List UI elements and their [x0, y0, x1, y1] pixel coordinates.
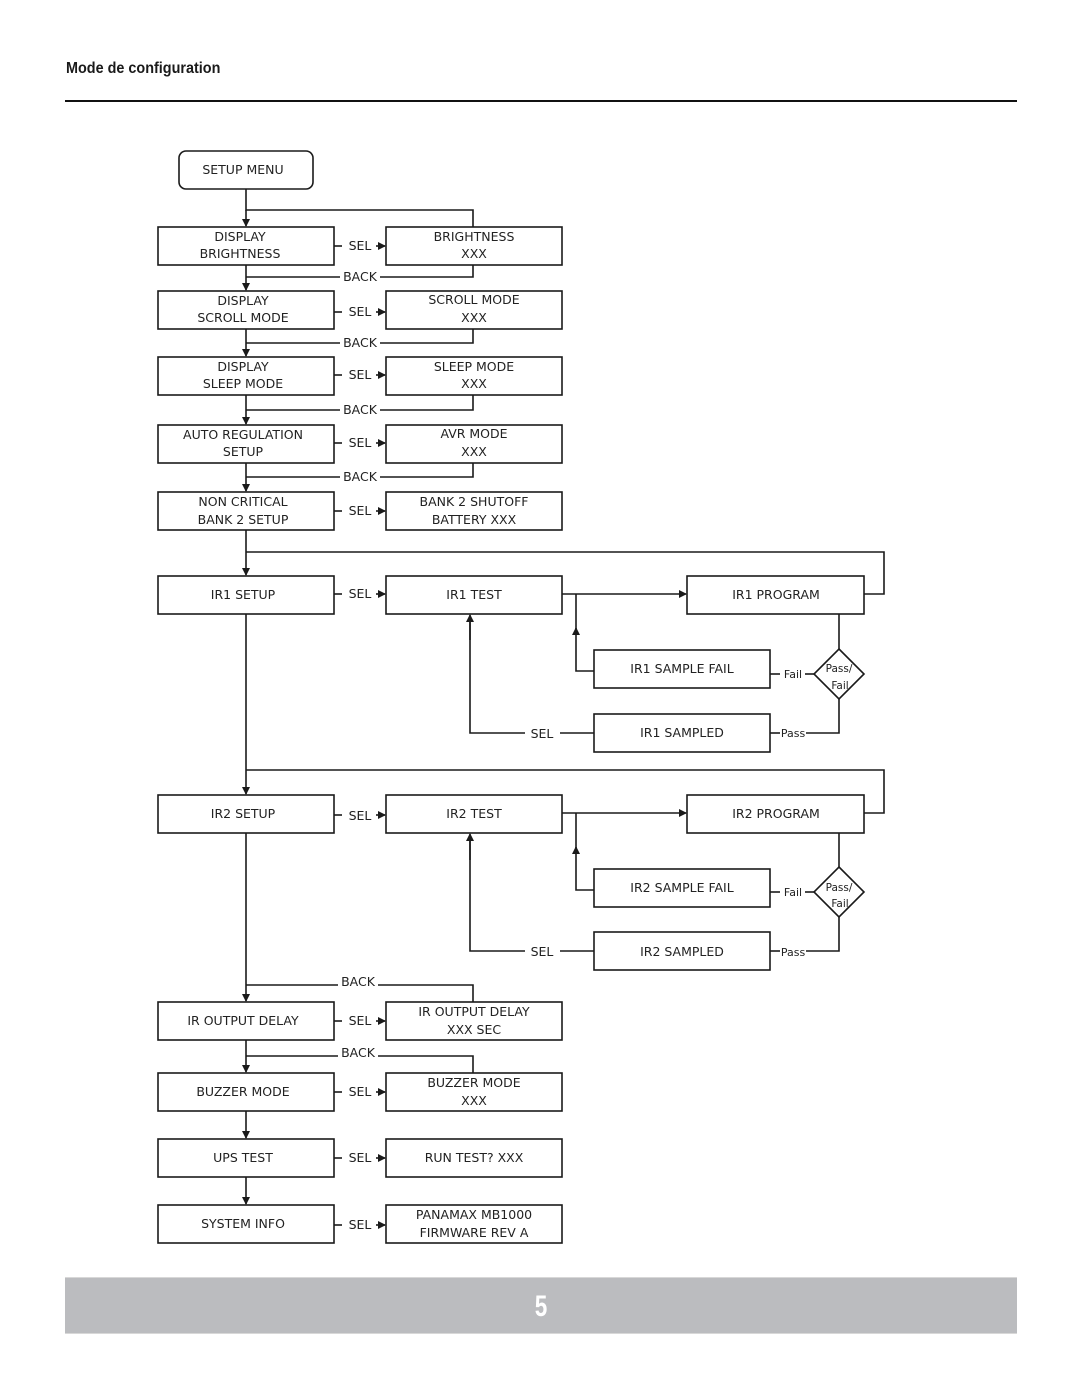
tail-row-buzzer-mode: BUZZER MODE SEL BUZZER MODE XXX	[157, 1072, 563, 1112]
node-label: IR2 SETUP	[211, 806, 276, 821]
connector-line	[245, 189, 474, 227]
node-label: XXX	[461, 376, 487, 391]
menu-row-display-scroll-mode: DISPLAY SCROLL MODE SEL SCROLL MODE XXX	[157, 290, 563, 330]
node-label: DISPLAY	[214, 229, 266, 244]
menu-row-auto-regulation: AUTO REGULATION SETUP SEL AVR MODE XXX	[157, 424, 563, 464]
node-label: BACK	[341, 974, 376, 989]
node-label: XXX SEC	[447, 1022, 501, 1037]
menu-row-non-critical-bank2: NON CRITICAL BANK 2 SETUP SEL BANK 2 SHU…	[157, 491, 563, 531]
tail-row-system-info: SYSTEM INFO SEL PANAMAX MB1000 FIRMWARE …	[157, 1204, 563, 1244]
node-label: SEL	[349, 503, 372, 518]
node-label: SLEEP MODE	[434, 359, 514, 374]
node-label: BRIGHTNESS	[200, 246, 281, 261]
tail-row-ir-output-delay: IR OUTPUT DELAY SEL IR OUTPUT DELAY XXX …	[157, 1001, 563, 1041]
node-label: SYSTEM INFO	[201, 1216, 285, 1231]
node-label: BRIGHTNESS	[434, 229, 515, 244]
node-label: SEL	[349, 1150, 372, 1165]
node-label: XXX	[461, 310, 487, 325]
node-label: SEL	[349, 586, 372, 601]
node-label: SCROLL MODE	[197, 310, 288, 325]
connector-line	[572, 627, 594, 672]
node-label: XXX	[461, 1093, 487, 1108]
node-label: SLEEP MODE	[203, 376, 283, 391]
setup-flowchart: SETUP MENU DISPLAY BRIGHTNESS SEL BRIGHT…	[157, 150, 885, 1244]
node-label: DISPLAY	[217, 293, 269, 308]
node-label: NON CRITICAL	[198, 494, 287, 509]
node-label: IR1 SAMPLE FAIL	[630, 661, 733, 676]
node-label: IR2 SAMPLE FAIL	[630, 880, 733, 895]
node-label: BACK	[343, 335, 378, 350]
tail-row-ups-test: UPS TEST SEL RUN TEST? XXX	[157, 1138, 563, 1178]
connector-line	[806, 917, 840, 952]
node-label: Fail	[784, 668, 802, 681]
connector-line	[469, 835, 525, 952]
node-label: SEL	[349, 808, 372, 823]
node-label: SEL	[349, 1013, 372, 1028]
node-label: IR1 TEST	[446, 587, 502, 602]
node-label: BACK	[341, 1045, 376, 1060]
node-label: SEL	[349, 304, 372, 319]
node-label: SEL	[531, 726, 554, 741]
node-label: PANAMAX MB1000	[416, 1207, 532, 1222]
node-label: SCROLL MODE	[428, 292, 519, 307]
node-label: Pass/	[826, 663, 853, 675]
node-label: XXX	[461, 246, 487, 261]
node-label: BUZZER MODE	[427, 1075, 520, 1090]
node-label: SEL	[531, 944, 554, 959]
node-label: UPS TEST	[213, 1150, 273, 1165]
node-label: Fail	[784, 886, 802, 899]
menu-row-display-sleep-mode: DISPLAY SLEEP MODE SEL SLEEP MODE XXX	[157, 356, 563, 396]
ir2-flow: IR2 SETUP SEL IR2 TEST IR2 PROGRAM IR2 S…	[157, 794, 866, 971]
node-label: IR2 PROGRAM	[732, 806, 820, 821]
node-label: SEL	[349, 1217, 372, 1232]
node-label: IR2 TEST	[446, 806, 502, 821]
node-label: Pass/	[826, 882, 853, 894]
node-label: IR2 SAMPLED	[640, 944, 724, 959]
node-label: IR1 PROGRAM	[732, 587, 820, 602]
node-label: Pass	[781, 946, 806, 959]
node-label: Fail	[831, 680, 848, 692]
node-label: AUTO REGULATION	[183, 427, 303, 442]
node-label: IR OUTPUT DELAY	[187, 1013, 299, 1028]
node-label: BACK	[343, 402, 378, 417]
node-label: IR1 SETUP	[211, 587, 276, 602]
node-label: XXX	[461, 444, 487, 459]
node-label: RUN TEST? XXX	[425, 1150, 524, 1165]
node-label: SEL	[349, 1084, 372, 1099]
node-label: BUZZER MODE	[196, 1084, 289, 1099]
page-footer-bar: 5	[65, 1277, 1017, 1334]
node-label: BATTERY XXX	[432, 512, 517, 527]
node-label: Fail	[831, 898, 848, 910]
node-label: AVR MODE	[440, 426, 507, 441]
node-label: DISPLAY	[217, 359, 269, 374]
node-label: SETUP	[223, 444, 264, 459]
node-label: FIRMWARE REV A	[420, 1225, 529, 1240]
node-label: IR1 SAMPLED	[640, 725, 724, 740]
node-label: SEL	[349, 435, 372, 450]
node-label: BACK	[343, 469, 378, 484]
node-label: SEL	[349, 367, 372, 382]
ir1-flow: IR1 SETUP SEL IR1 TEST IR1 PROGRAM IR1 S…	[157, 575, 866, 753]
connector-line	[572, 846, 594, 891]
node-label: BANK 2 SHUTOFF	[420, 494, 529, 509]
node-label: BANK 2 SETUP	[198, 512, 289, 527]
sel-label: SEL	[349, 238, 372, 253]
page-number: 5	[534, 1290, 548, 1323]
setup-menu-label: SETUP MENU	[202, 162, 283, 177]
node-label: Pass	[781, 727, 806, 740]
node-label: IR OUTPUT DELAY	[418, 1004, 530, 1019]
connector-line	[806, 699, 840, 734]
connector-line	[469, 616, 525, 734]
setup-menu-node: SETUP MENU	[178, 150, 314, 190]
back-label: BACK	[343, 269, 378, 284]
menu-row-display-brightness: DISPLAY BRIGHTNESS SEL BRIGHTNESS XXX	[157, 226, 563, 266]
